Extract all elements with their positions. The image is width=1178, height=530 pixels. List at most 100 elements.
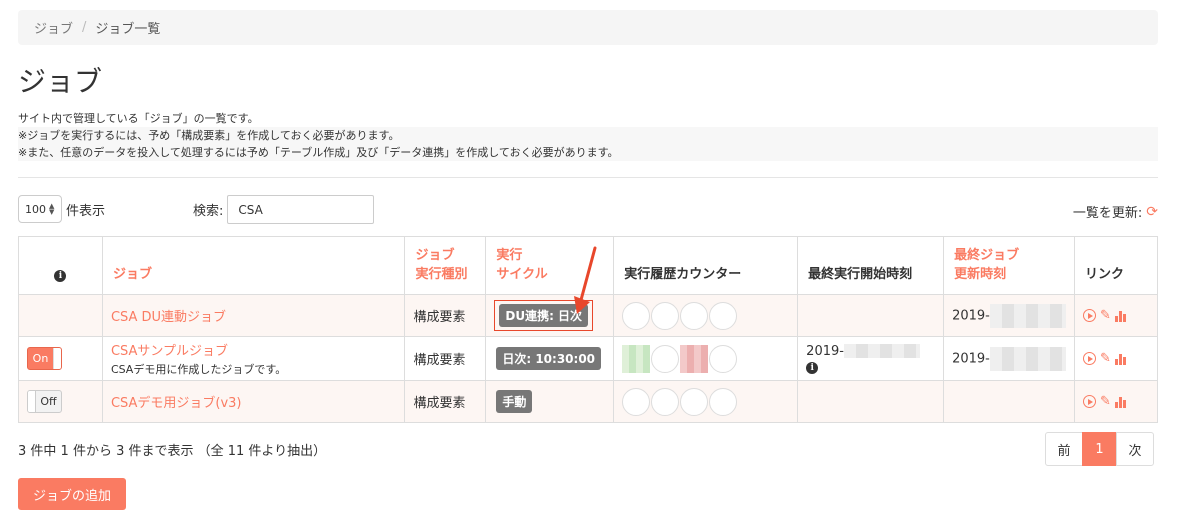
description-line: ※また、任意のデータを投入して処理するには予め「テーブル作成」及び「データ連携」… <box>18 144 1158 161</box>
redacted-block <box>989 346 1066 371</box>
refresh-label: 一覧を更新: <box>1072 206 1143 221</box>
history-circle[interactable] <box>651 301 680 330</box>
pagination: 前 1 次 <box>1045 432 1154 466</box>
history-circle[interactable] <box>680 301 709 330</box>
chart-icon[interactable] <box>1114 310 1126 322</box>
link-cell: ✎ <box>1073 294 1159 337</box>
history-circle[interactable] <box>622 387 651 416</box>
job-name-cell: CSA DU連動ジョブ <box>101 294 406 337</box>
breadcrumb-current: ジョブ一覧 <box>95 22 161 37</box>
refresh-icon[interactable]: ⟳ <box>1146 204 1158 220</box>
history-failure-marker[interactable] <box>680 344 709 373</box>
header-line: 更新時刻 <box>954 267 1007 282</box>
history-circle[interactable] <box>709 301 738 330</box>
counter-cell <box>613 336 799 381</box>
updated-cell: 2019- <box>943 294 1075 337</box>
pagination-next-button[interactable]: 次 <box>1116 432 1154 466</box>
column-header-last-start[interactable]: 最終実行開始時刻 <box>797 236 945 295</box>
history-circle[interactable] <box>709 387 738 416</box>
page-title: ジョブ <box>18 65 103 98</box>
updated-value: 2019- <box>952 308 990 323</box>
redacted-block <box>843 344 920 358</box>
redacted-block <box>989 303 1066 328</box>
history-success-marker[interactable] <box>622 344 651 373</box>
search-label: 検索: <box>193 204 224 219</box>
counter-cell <box>613 380 799 423</box>
job-link[interactable]: CSAサンプルジョブ <box>111 340 397 359</box>
job-name-cell: CSAデモ用ジョブ(v3) <box>101 380 406 423</box>
toggle-knob <box>28 391 36 412</box>
history-circle[interactable] <box>680 387 709 416</box>
cycle-badge: 手動 <box>496 390 533 413</box>
page-length-value: 100 <box>25 202 46 216</box>
updated-cell: 2019- <box>943 336 1075 381</box>
run-icon[interactable] <box>1082 352 1096 365</box>
breadcrumb-separator: / <box>82 20 87 35</box>
cycle-cell: 日次: 10:30:00 <box>485 336 615 381</box>
description-line: ※ジョブを実行するには、予め「構成要素」を作成しておく必要があります。 <box>18 127 1158 144</box>
column-header-type[interactable]: ジョブ 実行種別 <box>404 236 487 295</box>
column-header-counter[interactable]: 実行履歴カウンター <box>613 236 799 295</box>
pagination-page-button[interactable]: 1 <box>1082 432 1117 466</box>
header-line: 実行種別 <box>415 267 468 282</box>
history-circle[interactable] <box>651 387 680 416</box>
edit-icon[interactable]: ✎ <box>1100 351 1111 366</box>
chart-icon[interactable] <box>1114 353 1126 365</box>
chart-icon[interactable] <box>1114 396 1126 408</box>
counter-cell <box>613 294 799 337</box>
column-header-link: リンク <box>1073 236 1159 295</box>
pagination-prev-button[interactable]: 前 <box>1045 432 1083 466</box>
cycle-badge: 日次: 10:30:00 <box>496 347 602 370</box>
column-header-job[interactable]: ジョブ <box>101 236 406 295</box>
select-arrows-icon: ▲ ▼ <box>49 202 55 216</box>
info-icon[interactable]: i <box>806 361 819 374</box>
edit-icon[interactable]: ✎ <box>1100 308 1111 323</box>
toggle-label: On <box>32 352 49 365</box>
toggle-cell <box>18 294 103 337</box>
column-header-info[interactable]: i <box>18 236 103 295</box>
table-info: 3 件中 1 件から 3 件まで表示 （全 11 件より抽出） <box>18 444 327 459</box>
breadcrumb-root-link[interactable]: ジョブ <box>34 18 73 37</box>
enable-toggle[interactable]: Off <box>27 390 62 413</box>
link-cell: ✎ <box>1073 380 1159 423</box>
job-description: CSAデモ用に作成したジョブです。 <box>110 363 287 376</box>
edit-icon[interactable]: ✎ <box>1100 394 1111 409</box>
job-link[interactable]: CSA DU連動ジョブ <box>111 310 226 325</box>
toggle-knob <box>53 348 61 369</box>
job-type-cell: 構成要素 <box>404 336 487 381</box>
last-start-cell: 2019- i <box>797 336 945 381</box>
table-row: Off CSAデモ用ジョブ(v3) 構成要素 手動 ✎ <box>18 380 1159 423</box>
description-line: サイト内で管理している「ジョブ」の一覧です。 <box>18 112 259 125</box>
toggle-cell: Off <box>18 380 103 423</box>
divider <box>18 177 1158 178</box>
page-length-label: 件表示 <box>66 203 106 219</box>
last-start-cell <box>797 294 945 337</box>
run-icon[interactable] <box>1082 309 1096 322</box>
enable-toggle[interactable]: On <box>27 347 62 370</box>
history-circle[interactable] <box>622 301 651 330</box>
toggle-label: Off <box>40 395 57 408</box>
page-length-select[interactable]: 100 ▲ ▼ <box>18 195 62 223</box>
run-icon[interactable] <box>1082 395 1096 408</box>
link-cell: ✎ <box>1073 336 1159 381</box>
history-circle[interactable] <box>709 344 738 373</box>
add-job-button[interactable]: ジョブの追加 <box>18 478 126 510</box>
search-control: 検索: CSA <box>193 195 375 224</box>
column-header-updated[interactable]: 最終ジョブ 更新時刻 <box>943 236 1075 295</box>
job-link[interactable]: CSAデモ用ジョブ(v3) <box>111 396 242 411</box>
last-start-value: 2019- <box>806 343 844 359</box>
job-type-cell: 構成要素 <box>404 380 487 423</box>
info-icon: i <box>54 270 67 282</box>
history-circle[interactable] <box>651 344 680 373</box>
job-type-cell: 構成要素 <box>404 294 487 337</box>
page-description: サイト内で管理している「ジョブ」の一覧です。 ※ジョブを実行するには、予め「構成… <box>18 110 1158 161</box>
header-line: ジョブ <box>415 248 455 263</box>
last-start-cell <box>797 380 945 423</box>
page-length-control: 100 ▲ ▼ 件表示 <box>18 195 105 223</box>
updated-value: 2019- <box>952 351 990 366</box>
header-line: 最終ジョブ <box>954 248 1020 263</box>
search-input[interactable]: CSA <box>227 195 375 224</box>
updated-cell <box>943 380 1075 423</box>
refresh-control[interactable]: 一覧を更新: ⟳ <box>1072 202 1158 222</box>
table-row: On CSAサンプルジョブ CSAデモ用に作成したジョブです。 構成要素 日次: … <box>18 336 1159 381</box>
